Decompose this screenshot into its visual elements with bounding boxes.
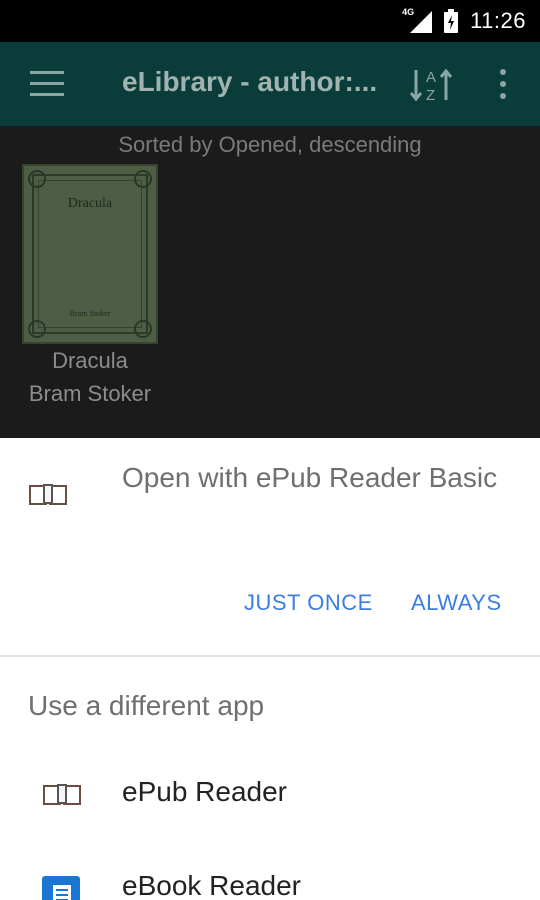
app-chooser-sheet: Open with ePub Reader Basic JUST ONCE AL…	[0, 438, 540, 900]
app-title: eLibrary - author:...	[122, 66, 378, 97]
app-option-ebook-reader[interactable]: eBook Reader	[0, 858, 540, 900]
cover-author: Bram Stoker	[69, 309, 111, 318]
just-once-button[interactable]: JUST ONCE	[244, 590, 373, 616]
sort-label: Sorted by Opened, descending	[118, 132, 422, 157]
more-vert-icon[interactable]	[488, 66, 518, 106]
battery-icon	[444, 9, 459, 33]
cover-ornament	[134, 320, 152, 338]
app-option-label: eBook Reader	[122, 870, 302, 900]
cover-title: Dracula	[67, 196, 113, 211]
svg-text:A: A	[426, 69, 436, 86]
book-cover[interactable]: Dracula Bram Stoker	[22, 164, 158, 344]
app-option-label: ePub Reader	[122, 776, 288, 807]
svg-text:Z: Z	[426, 87, 435, 104]
cover-ornament	[134, 170, 152, 188]
open-book-icon	[43, 784, 81, 805]
clock: 11:26	[470, 8, 526, 33]
always-button[interactable]: ALWAYS	[411, 590, 502, 616]
library-content: Sorted by Opened, descending Dracula Bra…	[0, 126, 540, 438]
status-bar: 4G 11:26	[0, 0, 540, 42]
open-book-icon	[29, 484, 67, 505]
book-author: Bram Stoker	[28, 381, 152, 406]
menu-icon[interactable]	[30, 71, 64, 97]
sort-az-icon[interactable]: A Z	[410, 64, 452, 106]
ebook-reader-icon	[42, 876, 80, 900]
network-indicator: 4G	[402, 7, 433, 33]
signal-icon	[410, 11, 433, 33]
app-bar: eLibrary - author:... A Z	[0, 42, 540, 126]
different-app-label: Use a different app	[28, 690, 265, 721]
cover-ornament	[28, 320, 46, 338]
cover-ornament	[28, 170, 46, 188]
divider	[0, 655, 540, 657]
app-option-epub-reader[interactable]: ePub Reader	[0, 764, 540, 836]
book-title: Dracula	[52, 348, 128, 373]
default-app-label: Open with ePub Reader Basic	[122, 462, 498, 493]
